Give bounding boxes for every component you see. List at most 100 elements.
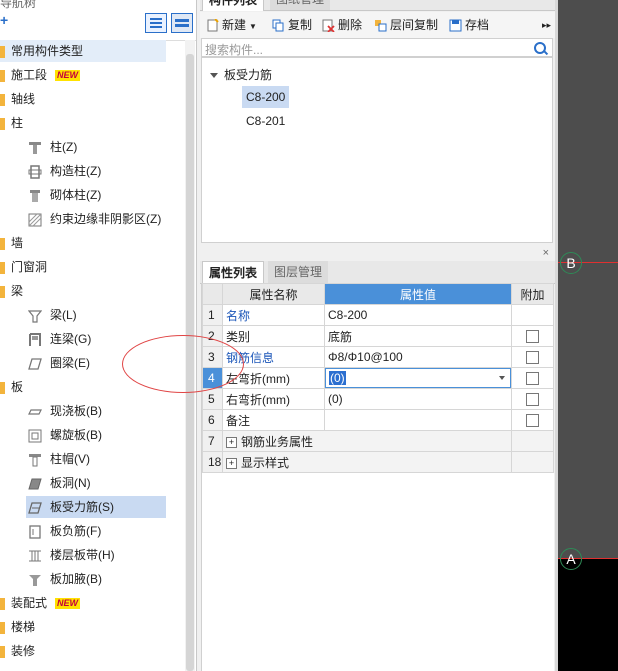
property-row[interactable]: 5 右弯折(mm) (0) xyxy=(202,388,554,410)
left-bend-dropdown[interactable]: (0) xyxy=(325,368,511,388)
tree-item-cast-slab[interactable]: 现浇板(B) xyxy=(28,400,102,422)
tree-item-column[interactable]: 柱(Z) xyxy=(28,136,77,158)
tree-category-prefab[interactable]: 装配式 NEW xyxy=(0,592,81,614)
constructional-column-icon xyxy=(28,165,42,179)
tree-category-beam[interactable]: 梁 xyxy=(0,280,23,302)
dropdown-arrow-icon[interactable]: ▼ xyxy=(249,22,257,31)
tree-item-label: 柱帽(V) xyxy=(50,452,90,466)
drawing-canvas[interactable]: B A xyxy=(558,0,618,671)
folder-icon xyxy=(0,93,5,106)
tree-category-common[interactable]: 常用构件类型 xyxy=(0,40,166,62)
property-row-current[interactable]: 4 左弯折(mm) (0) xyxy=(202,367,554,389)
scrollbar-thumb[interactable] xyxy=(186,54,194,671)
property-value[interactable]: 底筋 xyxy=(324,325,512,347)
property-row-group[interactable]: 7 + 钢筋业务属性 xyxy=(202,430,554,452)
component-item-c8-201[interactable]: C8-201 xyxy=(242,110,289,132)
component-group[interactable]: 板受力筋 xyxy=(210,66,272,83)
property-value-editor[interactable]: (0) xyxy=(324,367,512,389)
delete-button-label: 删除 xyxy=(338,18,363,32)
attach-cell xyxy=(511,409,554,431)
property-group[interactable]: + 显示样式 xyxy=(222,451,512,473)
search-icon[interactable] xyxy=(534,42,546,54)
search-input[interactable]: 搜索构件... xyxy=(205,41,263,58)
property-row-group[interactable]: 18 + 显示样式 xyxy=(202,451,554,473)
property-value[interactable]: C8-200 xyxy=(324,304,512,326)
expand-icon[interactable]: + xyxy=(226,436,237,448)
property-value[interactable]: (0) xyxy=(324,388,512,410)
tree-category-stairs[interactable]: 楼梯 xyxy=(0,616,35,638)
component-search[interactable]: 搜索构件... xyxy=(201,38,553,57)
property-name: 左弯折(mm) xyxy=(222,367,325,389)
tree-category-slab[interactable]: 板 xyxy=(0,376,23,398)
tree-category-label: 装修 xyxy=(11,644,36,658)
tree-item-boundary-zone[interactable]: 约束边缘非阴影区(Z) xyxy=(28,208,161,230)
tree-scrollbar[interactable] xyxy=(185,40,195,671)
tree-item-column-cap[interactable]: 柱帽(V) xyxy=(28,448,90,470)
attach-checkbox[interactable] xyxy=(526,414,539,428)
floor-copy-button[interactable]: 层间复制 xyxy=(374,12,438,38)
tree-item-beam[interactable]: 梁(L) xyxy=(28,304,77,326)
tree-category-wall[interactable]: 墙 xyxy=(0,232,23,254)
folder-icon xyxy=(0,261,5,274)
attach-checkbox[interactable] xyxy=(526,393,539,407)
attach-checkbox[interactable] xyxy=(526,330,539,344)
attach-cell xyxy=(511,388,554,410)
tree-item-slab-hole[interactable]: 板洞(N) xyxy=(28,472,91,494)
list-view-button[interactable] xyxy=(145,13,167,33)
attach-checkbox[interactable] xyxy=(526,351,539,365)
panel-splitter[interactable]: × xyxy=(200,247,555,261)
tree-category-decoration[interactable]: 装修 xyxy=(0,640,35,662)
tree-item-label: 板加腋(B) xyxy=(50,572,102,586)
tree-item-spiral-slab[interactable]: 螺旋板(B) xyxy=(28,424,102,446)
tree-item-floor-strip[interactable]: 楼层板带(H) xyxy=(28,544,115,566)
tree-category-axis[interactable]: 轴线 xyxy=(0,88,35,110)
tree-item-slab-rebar[interactable]: 板受力筋(S) xyxy=(26,496,166,518)
coupling-beam-icon xyxy=(29,332,41,346)
axis-label-a[interactable]: A xyxy=(560,548,582,570)
collapse-triangle-icon[interactable] xyxy=(210,73,218,79)
dropdown-value[interactable]: (0) xyxy=(329,371,346,385)
property-header-row: 属性名称 属性值 附加 xyxy=(202,283,554,305)
tree-category-column[interactable]: 柱 xyxy=(0,112,23,134)
floor-copy-icon xyxy=(375,20,387,32)
chevron-down-icon[interactable] xyxy=(499,376,505,380)
archive-button[interactable]: 存档 xyxy=(449,12,489,38)
component-item-c8-200[interactable]: C8-200 xyxy=(242,86,290,108)
tree-category-construction-section[interactable]: 施工段 NEW xyxy=(0,64,81,86)
property-row[interactable]: 3 钢筋信息 Φ8/Φ10@100 xyxy=(202,346,554,368)
folder-icon xyxy=(0,45,5,58)
tree-item-ring-beam[interactable]: 圈梁(E) xyxy=(28,352,90,374)
new-button[interactable]: 新建 ▼ xyxy=(206,12,257,38)
more-button[interactable]: ▸▸ xyxy=(542,12,551,38)
tree-item-negative-rebar[interactable]: 板负筋(F) xyxy=(28,520,101,542)
tree-item-constructional-column[interactable]: 构造柱(Z) xyxy=(28,160,101,182)
tree-category-door-window[interactable]: 门窗洞 xyxy=(0,256,47,278)
property-row[interactable]: 6 备注 xyxy=(202,409,554,431)
grid-view-button[interactable] xyxy=(171,13,193,33)
tree-item-masonry-column[interactable]: 砌体柱(Z) xyxy=(28,184,101,206)
property-name: 类别 xyxy=(222,325,325,347)
copy-button[interactable]: 复制 xyxy=(272,12,312,38)
delete-button[interactable]: 删除 xyxy=(322,12,362,38)
component-group-label: 板受力筋 xyxy=(224,68,273,82)
property-value[interactable] xyxy=(324,409,512,431)
property-row[interactable]: 1 名称 C8-200 xyxy=(202,304,554,326)
close-icon[interactable]: × xyxy=(543,247,549,259)
tree-item-label: 板受力筋(S) xyxy=(50,500,114,514)
attach-checkbox[interactable] xyxy=(526,372,539,386)
attach-header: 附加 xyxy=(511,283,554,305)
tab-drawing-management[interactable]: 图纸管理 xyxy=(270,0,331,10)
property-value[interactable]: Φ8/Φ10@100 xyxy=(324,346,512,368)
folder-icon xyxy=(0,621,5,634)
tab-property-list[interactable]: 属性列表 xyxy=(202,261,265,284)
property-group[interactable]: + 钢筋业务属性 xyxy=(222,430,512,452)
tab-layer-management[interactable]: 图层管理 xyxy=(268,261,329,283)
axis-label-b[interactable]: B xyxy=(560,252,582,274)
tree-item-slab-haunch[interactable]: 板加腋(B) xyxy=(28,568,102,590)
expand-icon[interactable]: + xyxy=(226,457,237,469)
tab-component-list[interactable]: 构件列表 xyxy=(202,0,265,11)
add-icon[interactable]: + xyxy=(0,12,8,28)
tree-item-coupling-beam[interactable]: 连梁(G) xyxy=(28,328,91,350)
row-number: 5 xyxy=(202,388,223,410)
property-row[interactable]: 2 类别 底筋 xyxy=(202,325,554,347)
